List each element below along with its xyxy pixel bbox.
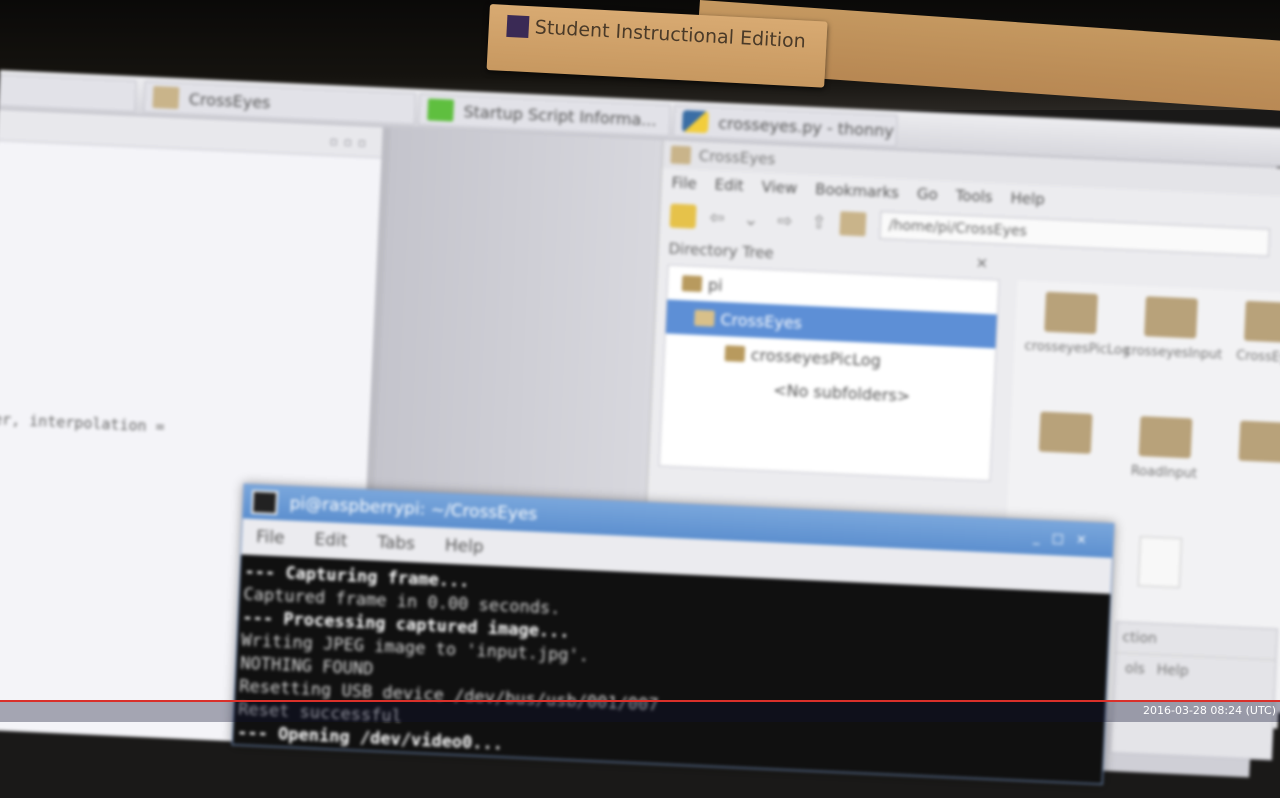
second-file-manager-window: ction ols Help	[1110, 621, 1278, 761]
terminal-output[interactable]: --- Capturing frame... Captured frame in…	[232, 554, 1110, 789]
folder-icon	[1238, 420, 1280, 463]
close-icon[interactable]: ×	[975, 253, 988, 272]
taskbar-item-label: CrossEyes	[188, 89, 271, 112]
folder-item-label: crosseyesInput	[1124, 343, 1223, 363]
folder-icon	[839, 211, 867, 237]
taskbar-item-label: crosseyes.py - thonny	[717, 113, 895, 141]
folder-item[interactable]: RoadInput	[1119, 415, 1212, 482]
folder-icon	[670, 145, 692, 165]
menu-edit[interactable]: Edit	[314, 530, 348, 551]
menu-go[interactable]: Go	[917, 185, 939, 204]
menu-view[interactable]: View	[761, 178, 797, 198]
document-icon	[1137, 536, 1182, 589]
tree-node-label: <No subfolders>	[772, 379, 911, 406]
folder-item-label: RoadInput	[1130, 463, 1198, 482]
code-line[interactable]: ler, interpolation =	[0, 410, 165, 436]
forward-icon[interactable]: ⇨	[771, 208, 798, 233]
menu-help[interactable]: Help	[1156, 662, 1189, 679]
menu-bookmarks[interactable]: Bookmarks	[815, 180, 900, 202]
timestamp-bar	[0, 700, 1280, 722]
sticker-text: Student Instructional Edition	[534, 16, 807, 53]
folder-item-label: CrossEyes	[1235, 348, 1280, 367]
folder-icon	[152, 85, 180, 110]
folder-item[interactable]: crosseyesPicLog	[1024, 291, 1130, 359]
folder-item[interactable]: crosseyesInput	[1124, 295, 1223, 363]
folder-icon	[724, 345, 746, 363]
folder-icon	[694, 309, 715, 327]
screen: CrossEyes Startup Script Informa... cros…	[0, 70, 1280, 785]
menu-help[interactable]: Help	[1010, 189, 1045, 209]
terminal-window[interactable]: pi@raspberrypi: ~/CrossEyes _□× File Edi…	[231, 483, 1115, 785]
back-icon[interactable]: ⇦	[704, 205, 731, 230]
folder-icon	[1244, 300, 1280, 344]
chevron-down-icon[interactable]: ⌄	[737, 207, 764, 232]
directory-tree-label: Directory Tree	[668, 239, 775, 263]
home-icon[interactable]	[669, 203, 697, 229]
window-title: CrossEyes	[698, 146, 776, 169]
folder-item-label: crosseyesPicLog	[1024, 338, 1131, 359]
menu-edit[interactable]: Edit	[714, 176, 744, 195]
folder-icon	[1138, 416, 1193, 459]
tree-node-label: CrossEyes	[720, 309, 803, 333]
menu-help[interactable]: Help	[444, 536, 484, 558]
python-icon	[681, 110, 709, 134]
window-controls[interactable]: _□×	[1033, 530, 1099, 548]
menu-file[interactable]: File	[256, 527, 285, 548]
folder-icon	[681, 275, 703, 293]
folder-icon	[1044, 291, 1098, 334]
window-controls[interactable]: ▫▫▫	[329, 134, 372, 150]
folder-item[interactable]	[1219, 420, 1280, 472]
folder-icon	[1144, 296, 1198, 339]
sticker-logo-icon	[506, 14, 530, 39]
taskbar-item-label: Startup Script Informa...	[463, 101, 658, 130]
window-title: pi@raspberrypi: ~/CrossEyes	[289, 493, 538, 525]
taskbar-item-window[interactable]	[0, 73, 137, 113]
terminal-icon	[251, 489, 279, 516]
menu-tools[interactable]: ols	[1125, 661, 1145, 678]
timestamp: 2016-03-28 08:24 (UTC)	[1142, 704, 1276, 717]
window-fragment-menubar: ols Help	[1114, 653, 1275, 690]
folder-icon	[1038, 411, 1093, 454]
directory-tree: pi CrossEyes crosseyesPicLog <No subfold…	[658, 264, 1000, 482]
tree-node-label: pi	[707, 274, 724, 295]
up-icon[interactable]: ⇧	[805, 210, 832, 235]
menu-tabs[interactable]: Tabs	[377, 533, 416, 555]
folder-item[interactable]	[1019, 411, 1111, 463]
file-item[interactable]	[1114, 535, 1206, 589]
folder-item[interactable]: CrossEyes	[1224, 300, 1280, 367]
menu-tools[interactable]: Tools	[955, 186, 993, 206]
leaf-icon	[427, 98, 455, 122]
tree-node-label: crosseyesPicLog	[750, 344, 882, 370]
taskbar-item-thonny[interactable]: crosseyes.py - thonny	[672, 104, 898, 147]
menu-file[interactable]: File	[671, 174, 697, 193]
